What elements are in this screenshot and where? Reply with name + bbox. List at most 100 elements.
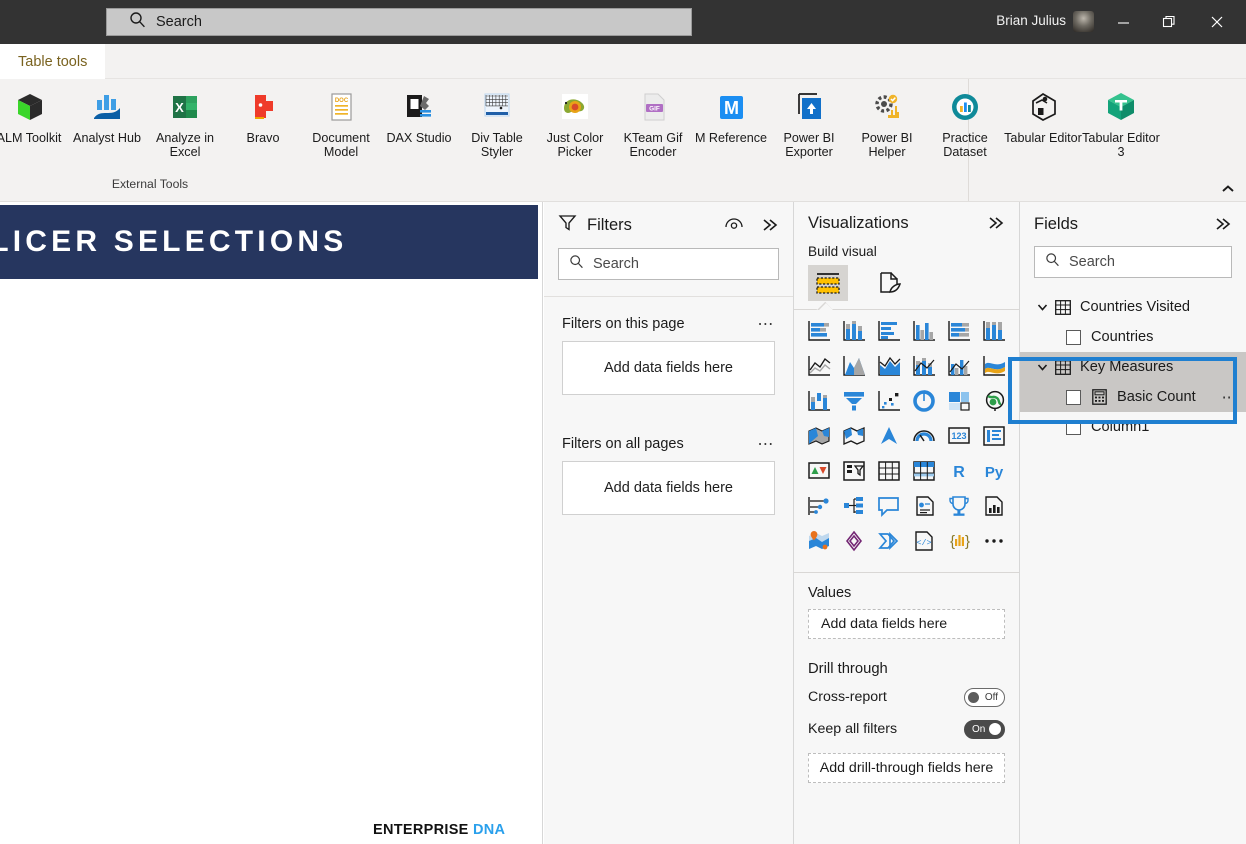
eye-icon[interactable] (723, 214, 745, 236)
viz-type-shape-map[interactable] (837, 421, 872, 455)
viz-type-metrics[interactable] (941, 491, 976, 525)
viz-type-more-visuals[interactable] (976, 526, 1011, 560)
ribbon-tool-bravo[interactable]: Bravo (224, 83, 302, 145)
viz-type-smart-narrative[interactable] (906, 491, 941, 525)
viz-type-waterfall-chart[interactable] (802, 386, 837, 420)
ribbon-tool-practice-dataset[interactable]: Practice Dataset (926, 83, 1004, 159)
ribbon-tool-dax-studio[interactable]: DAX Studio (380, 83, 458, 145)
slicer-selections-banner[interactable]: SLICER SELECTIONS (0, 205, 538, 279)
global-search-input[interactable]: Search (106, 8, 692, 36)
fields-table-countries-visited[interactable]: Countries Visited (1020, 292, 1246, 322)
ribbon-tool-kteam-gif-encoder[interactable]: GIF KTeam Gif Encoder (614, 83, 692, 159)
ribbon-collapse-button[interactable] (1216, 178, 1240, 200)
svg-text:DOC: DOC (335, 98, 349, 104)
fields-item-basic-count[interactable]: Basic Count ⋯ (1020, 382, 1246, 412)
filters-page-dropzone[interactable]: Add data fields here (562, 341, 775, 395)
drill-through-dropzone[interactable]: Add drill-through fields here (808, 753, 1005, 783)
filters-all-more-button[interactable]: ⋯ (757, 434, 775, 454)
maximize-button[interactable] (1146, 0, 1192, 44)
viz-type-treemap[interactable] (941, 386, 976, 420)
ribbon-tool-analyst-hub[interactable]: Analyst Hub (68, 83, 146, 145)
ribbon-tool-power-bi-exporter[interactable]: Power BI Exporter (770, 83, 848, 159)
viz-type-line-stacked-column[interactable] (906, 351, 941, 385)
avatar[interactable] (1073, 11, 1094, 32)
viz-type-matrix[interactable] (906, 456, 941, 490)
cross-report-toggle[interactable]: Off (964, 687, 1005, 707)
checkbox-icon[interactable] (1066, 329, 1081, 345)
viz-type-clustered-column-chart[interactable] (906, 316, 941, 350)
ribbon-tool-div-table-styler[interactable]: Div Table Styler (458, 83, 536, 159)
viz-type-stacked-column-chart[interactable] (837, 316, 872, 350)
viz-type-stacked-area-chart[interactable] (872, 351, 907, 385)
viz-type-python-visual[interactable]: Py (976, 456, 1011, 490)
viz-type-qna[interactable] (872, 491, 907, 525)
viz-type-slicer[interactable] (837, 456, 872, 490)
ribbon-tool-alm-toolkit[interactable]: ALM Toolkit (0, 83, 68, 145)
chevron-down-icon[interactable] (1034, 301, 1050, 314)
minimize-button[interactable] (1100, 0, 1146, 44)
tab-table-tools-label: Table tools (18, 53, 88, 70)
viz-type-funnel-chart[interactable] (837, 386, 872, 420)
viz-type-stacked-bar-chart[interactable] (802, 316, 837, 350)
viz-type-chiclet-slicer[interactable]: {} (941, 526, 976, 560)
ribbon-tool-document-model[interactable]: DOC Document Model (302, 83, 380, 159)
fields-item-column1[interactable]: Column1 (1020, 412, 1246, 442)
filters-pane-header: Filters (544, 202, 793, 248)
chevron-double-right-icon[interactable] (1212, 213, 1234, 235)
ribbon-tool-power-bi-helper[interactable]: Power BI Helper (848, 83, 926, 159)
gauge-chart-icon (911, 424, 937, 453)
tab-table-tools[interactable]: Table tools (0, 44, 106, 79)
values-dropzone[interactable]: Add data fields here (808, 609, 1005, 639)
chevron-double-right-icon[interactable] (985, 212, 1007, 234)
ribbon-tool-excel[interactable]: X Analyze in Excel (146, 83, 224, 159)
chevron-double-right-icon[interactable] (759, 214, 781, 236)
viz-type-hundred-percent-stacked-bar[interactable] (941, 316, 976, 350)
viz-type-line-clustered-column[interactable] (941, 351, 976, 385)
chevron-down-icon[interactable] (1034, 361, 1050, 374)
values-dropzone-label: Add data fields here (821, 616, 948, 632)
viz-type-pie-chart[interactable] (906, 386, 941, 420)
stacked-bar-chart-icon (806, 319, 832, 348)
ribbon-tool-just-color-picker[interactable]: Just Color Picker (536, 83, 614, 159)
fields-build-icon[interactable] (808, 265, 848, 301)
keep-all-filters-toggle[interactable]: On (964, 719, 1005, 739)
viz-type-filled-map[interactable] (802, 421, 837, 455)
viz-type-ribbon-chart[interactable] (976, 351, 1011, 385)
ribbon-tool-tabular-editor-3[interactable]: Tabular Editor 3 (1082, 83, 1160, 159)
viz-type-line-chart[interactable] (802, 351, 837, 385)
viz-type-table[interactable] (872, 456, 907, 490)
viz-type-html-viewer[interactable]: </> (906, 526, 941, 560)
viz-type-area-chart[interactable] (837, 351, 872, 385)
viz-type-kpi[interactable] (802, 456, 837, 490)
viz-type-key-influencers[interactable] (802, 491, 837, 525)
filters-all-dropzone[interactable]: Add data fields here (562, 461, 775, 515)
viz-type-clustered-bar-chart[interactable] (872, 316, 907, 350)
viz-type-arcgis-maps[interactable] (802, 526, 837, 560)
viz-type-multi-row-card[interactable] (976, 421, 1011, 455)
filters-search-input[interactable]: Search (558, 248, 779, 280)
viz-type-hundred-percent-stacked-column[interactable] (976, 316, 1011, 350)
ribbon-tool-m-reference[interactable]: M M Reference (692, 83, 770, 145)
viz-type-azure-map[interactable] (872, 421, 907, 455)
viz-type-gauge-chart[interactable] (906, 421, 941, 455)
checkbox-icon[interactable] (1066, 389, 1081, 405)
viz-type-r-script-visual[interactable]: R (941, 456, 976, 490)
viz-type-decomposition-tree[interactable] (837, 491, 872, 525)
viz-type-power-automate[interactable] (872, 526, 907, 560)
viz-type-map[interactable] (976, 386, 1011, 420)
checkbox-icon[interactable] (1066, 419, 1081, 435)
viz-type-scatter-chart[interactable] (872, 386, 907, 420)
format-paintbrush-icon[interactable] (870, 265, 910, 301)
close-button[interactable] (1194, 0, 1240, 44)
fields-search-input[interactable]: Search (1034, 246, 1232, 278)
field-label: Countries Visited (1080, 299, 1191, 315)
fields-item-countries[interactable]: Countries (1020, 322, 1246, 352)
fields-table-key-measures[interactable]: Key Measures (1020, 352, 1246, 382)
ribbon-tool-tabular-editor[interactable]: Tabular Editor (1004, 83, 1082, 145)
viz-type-card[interactable]: 123 (941, 421, 976, 455)
viz-type-paginated-report[interactable] (976, 491, 1011, 525)
report-canvas[interactable]: SLICER SELECTIONS (0, 202, 543, 844)
field-more-button[interactable]: ⋯ (1222, 388, 1238, 406)
filters-page-more-button[interactable]: ⋯ (757, 314, 775, 334)
viz-type-power-apps[interactable] (837, 526, 872, 560)
